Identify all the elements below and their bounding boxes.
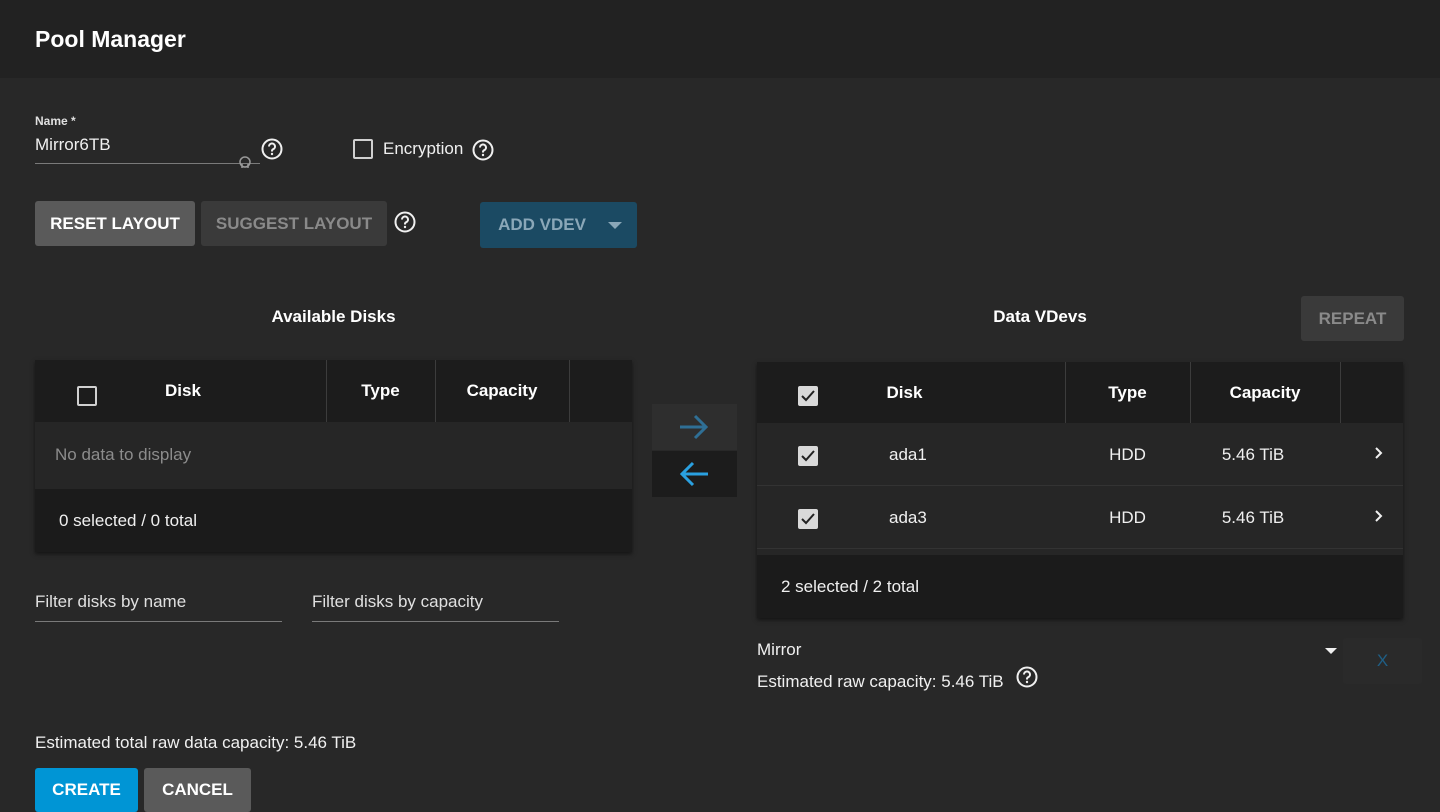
move-to-available-button[interactable] — [652, 451, 737, 497]
column-header-disk[interactable]: Disk — [125, 360, 241, 422]
column-header-capacity[interactable]: Capacity — [1190, 362, 1340, 423]
remove-vdev-button[interactable]: X — [1343, 638, 1422, 684]
encryption-label: Encryption — [383, 139, 464, 158]
row-checkbox[interactable] — [798, 509, 818, 529]
filter-capacity-input[interactable]: Filter disks by capacity — [312, 592, 559, 622]
row-capacity: 5.46 TiB — [1221, 445, 1285, 464]
row-type: HDD — [1109, 445, 1146, 464]
row-checkbox[interactable] — [798, 446, 818, 466]
password-manager-icon — [239, 156, 251, 168]
filter-name-input[interactable]: Filter disks by name — [35, 592, 282, 622]
move-to-vdev-button[interactable] — [652, 404, 737, 450]
row-disk: ada3 — [889, 508, 927, 527]
encryption-checkbox[interactable] — [353, 139, 373, 159]
table-footer: 2 selected / 2 total — [757, 555, 1403, 618]
data-vdevs-title: Data VDevs — [993, 307, 1087, 326]
available-disks-title: Available Disks — [271, 307, 396, 326]
table-header: Disk Type Capacity — [757, 362, 1403, 423]
row-capacity: 5.46 TiB — [1221, 508, 1285, 527]
select-all-checkbox[interactable] — [77, 386, 97, 406]
name-help-icon[interactable] — [261, 138, 283, 160]
select-all-checkbox[interactable] — [798, 386, 818, 406]
available-disks-table: Disk Type Capacity No data to display 0 … — [35, 360, 632, 552]
name-field[interactable]: Mirror6TB — [35, 135, 260, 168]
encryption-help-icon[interactable] — [472, 139, 494, 161]
name-label: Name * — [35, 114, 76, 128]
estimated-raw-help-icon[interactable] — [1016, 666, 1038, 688]
empty-message: No data to display — [55, 445, 192, 464]
suggest-layout-help-icon[interactable] — [394, 211, 416, 233]
add-vdev-split-button[interactable]: ADD VDEV — [480, 202, 637, 248]
suggest-layout-button[interactable]: SUGGEST LAYOUT — [201, 201, 387, 246]
data-vdevs-table: Disk Type Capacity ada1 HDD 5.46 TiB ada… — [757, 362, 1403, 618]
page-header: Pool Manager — [0, 0, 1440, 78]
row-type: HDD — [1109, 508, 1146, 527]
caret-down-icon[interactable] — [1325, 648, 1337, 655]
row-disk: ada1 — [889, 445, 927, 464]
column-header-disk[interactable]: Disk — [848, 362, 961, 423]
vdev-layout-value: Mirror — [757, 640, 802, 659]
name-value: Mirror6TB — [35, 135, 111, 154]
table-row[interactable]: ada3 HDD 5.46 TiB — [757, 486, 1403, 549]
estimated-total-capacity: Estimated total raw data capacity: 5.46 … — [35, 733, 357, 752]
add-vdev-button[interactable]: ADD VDEV — [480, 202, 604, 248]
arrow-right-icon — [680, 414, 709, 440]
column-header-type[interactable]: Type — [1065, 362, 1190, 423]
column-header-type[interactable]: Type — [326, 360, 435, 422]
caret-down-icon[interactable] — [608, 222, 622, 230]
create-button[interactable]: CREATE — [35, 768, 138, 812]
repeat-button[interactable]: REPEAT — [1301, 296, 1404, 341]
reset-layout-button[interactable]: RESET LAYOUT — [35, 201, 195, 246]
chevron-right-icon[interactable] — [1375, 447, 1383, 459]
chevron-right-icon[interactable] — [1375, 510, 1383, 522]
vdev-layout-select[interactable]: Mirror — [757, 640, 1340, 664]
table-footer: 0 selected / 0 total — [35, 489, 632, 552]
arrow-left-icon — [679, 461, 708, 487]
page-title: Pool Manager — [35, 26, 186, 52]
cancel-button[interactable]: CANCEL — [144, 768, 251, 812]
estimated-raw-capacity: Estimated raw capacity: 5.46 TiB — [757, 672, 1004, 691]
column-header-capacity[interactable]: Capacity — [435, 360, 569, 422]
table-header: Disk Type Capacity — [35, 360, 632, 422]
table-row[interactable]: ada1 HDD 5.46 TiB — [757, 423, 1403, 486]
